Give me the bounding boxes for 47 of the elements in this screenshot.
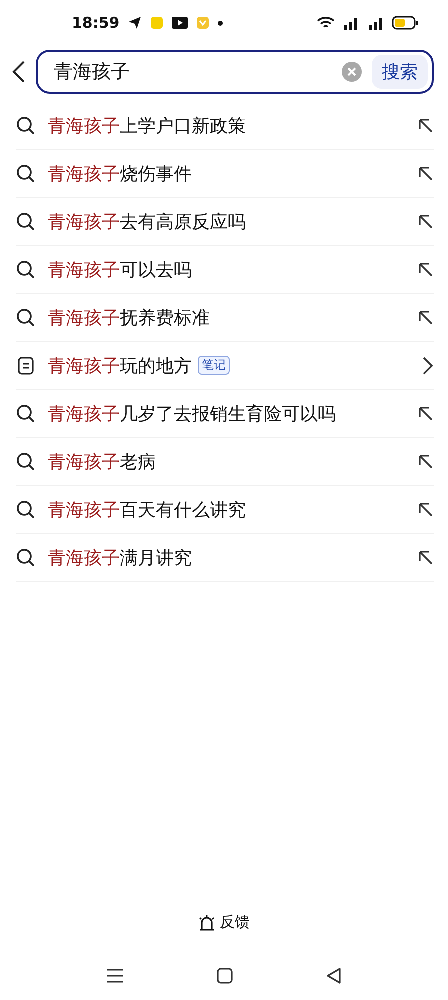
wifi-icon — [317, 16, 335, 30]
fill-arrow-icon[interactable] — [418, 454, 434, 470]
suggestion-text[interactable]: 青海孩子可以去吗 — [48, 258, 192, 282]
fill-arrow-icon[interactable] — [418, 166, 434, 182]
search-icon — [16, 260, 36, 280]
fill-arrow-icon[interactable] — [418, 406, 434, 422]
menu-icon[interactable] — [106, 968, 124, 984]
signal-icon — [342, 16, 360, 30]
fill-arrow-icon[interactable] — [418, 214, 434, 230]
search-icon — [16, 452, 36, 472]
fill-arrow-icon[interactable] — [418, 502, 434, 518]
fill-arrow-icon[interactable] — [418, 118, 434, 134]
back-nav-icon[interactable] — [326, 968, 342, 984]
feedback-icon[interactable] — [198, 914, 216, 932]
search-icon — [16, 548, 36, 568]
play-icon — [172, 17, 188, 29]
suggestion-text[interactable]: 青海孩子烧伤事件 — [48, 162, 192, 186]
suggestion-text[interactable]: 青海孩子上学户口新政策 — [48, 114, 246, 138]
suggestion-text[interactable]: 青海孩子去有高原反应吗 — [48, 210, 246, 234]
suggestion-text[interactable]: 青海孩子抚养费标准 — [48, 306, 210, 330]
note-icon — [16, 356, 36, 376]
chevron-right-icon — [422, 356, 434, 376]
search-icon — [16, 500, 36, 520]
suggestion-text[interactable]: 青海孩子满月讲究 — [48, 546, 192, 570]
back-icon[interactable] — [12, 60, 26, 84]
search-icon — [16, 404, 36, 424]
status-time: 18:59 — [72, 14, 120, 32]
dot-icon — [218, 20, 223, 26]
suggestion-text[interactable]: 青海孩子几岁了去报销生育险可以吗 — [48, 402, 336, 426]
send-icon — [128, 16, 142, 30]
fill-arrow-icon[interactable] — [418, 310, 434, 326]
search-field[interactable]: 青海孩子 搜索 — [36, 50, 434, 94]
suggestion-text[interactable]: 青海孩子百天有什么讲究 — [48, 498, 246, 522]
suggestion-text[interactable]: 青海孩子玩的地方 — [48, 354, 192, 378]
note-tag: 笔记 — [198, 356, 230, 375]
battery-icon — [392, 16, 418, 30]
search-icon — [16, 116, 36, 136]
home-icon[interactable] — [216, 968, 233, 984]
search-icon — [16, 164, 36, 184]
signal-icon — [367, 16, 385, 30]
suggestion-text[interactable]: 青海孩子老病 — [48, 450, 156, 474]
search-button[interactable]: 搜索 — [372, 55, 428, 89]
search-icon — [16, 308, 36, 328]
search-icon — [16, 212, 36, 232]
fill-arrow-icon[interactable] — [418, 550, 434, 566]
fill-arrow-icon[interactable] — [418, 262, 434, 278]
feedback-link[interactable]: 反馈 — [220, 913, 250, 932]
